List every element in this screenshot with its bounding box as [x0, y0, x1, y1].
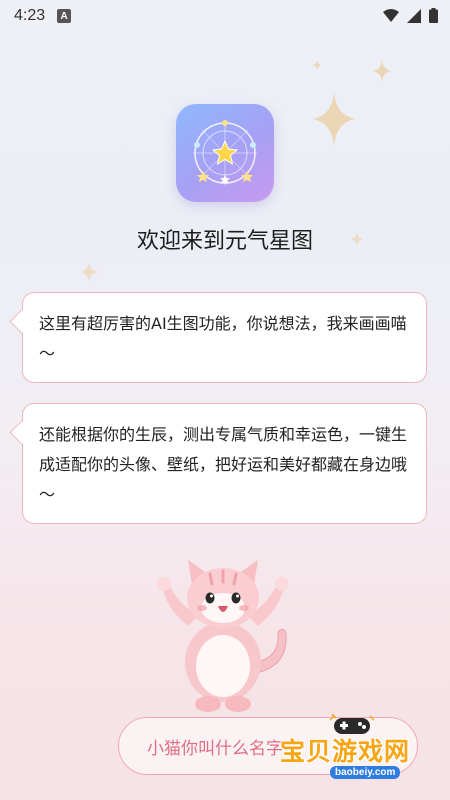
status-icons: [383, 8, 438, 23]
cat-mascot-icon: [157, 560, 289, 712]
chat-bubble: 这里有超厉害的AI生图功能，你说想法，我来画画喵～: [22, 292, 427, 383]
battery-icon: [429, 8, 438, 23]
ask-cat-name-label: 小猫你叫什么名字: [147, 738, 283, 759]
watermark-title: 宝贝游戏网: [280, 737, 411, 766]
star-constellation-icon: [193, 120, 257, 185]
sparkle-icon: [372, 60, 392, 82]
sparkle-icon: [312, 92, 356, 146]
sparkle-icon: [80, 262, 98, 282]
app-logo: [176, 104, 274, 202]
signal-icon: [407, 8, 421, 23]
welcome-title: 欢迎来到元气星图: [136, 229, 313, 254]
notification-a-icon: A: [57, 9, 72, 23]
chat-bubble: 还能根据你的生辰，测出专属气质和幸运色，一键生成适配你的头像、壁纸，把好运和美好…: [22, 403, 427, 524]
wifi-icon: [383, 8, 399, 22]
chat-bubble-text: 这里有超厉害的AI生图功能，你说想法，我来画画喵～: [39, 314, 407, 363]
status-time: 4:23: [14, 7, 46, 24]
sparkle-icon: [312, 60, 322, 70]
chat-bubble-text: 还能根据你的生辰，测出专属气质和幸运色，一键生成适配你的头像、壁纸，把好运和美好…: [39, 425, 408, 504]
watermark-url: baobeiy.com: [330, 766, 401, 779]
watermark: 宝贝游戏网 baobeiy.com: [270, 712, 430, 782]
status-bar: 4:23 A: [0, 0, 450, 32]
